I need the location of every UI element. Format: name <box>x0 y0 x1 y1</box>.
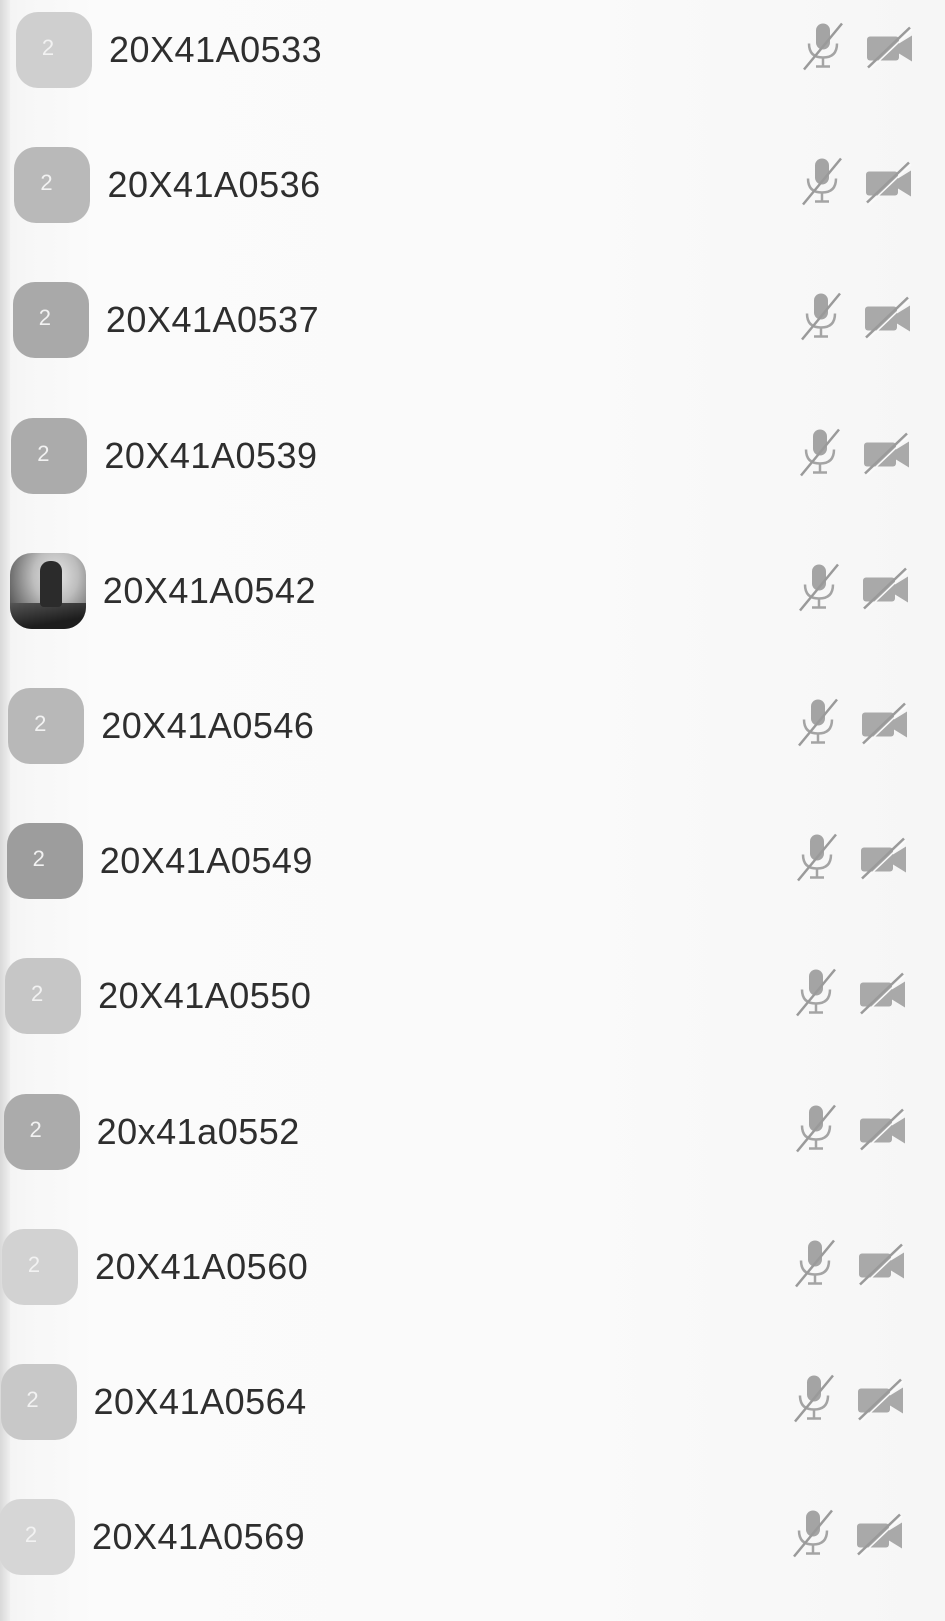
avatar-initial: 2 <box>37 440 50 466</box>
avatar-initial: 2 <box>27 1251 41 1277</box>
avatar-initial: 2 <box>38 305 52 331</box>
participant-name: 20X41A0542 <box>102 569 316 611</box>
participant-name: 20X41A0560 <box>95 1245 309 1287</box>
avatar: 2 <box>11 417 88 494</box>
mic-muted-icon[interactable] <box>795 696 841 757</box>
avatar: 2 <box>12 282 89 359</box>
participant-controls <box>796 560 912 621</box>
participant-controls <box>797 425 913 486</box>
mic-muted-icon[interactable] <box>793 966 839 1027</box>
avatar: 2 <box>5 958 82 1035</box>
video-off-icon[interactable] <box>863 159 915 212</box>
participant-controls <box>793 966 909 1027</box>
avatar-initial: 2 <box>41 35 55 60</box>
participant-row[interactable]: 2 20X41A0550 <box>5 946 945 1046</box>
participant-row[interactable]: 20X41A0542 <box>9 541 945 641</box>
participant-controls <box>792 1236 908 1297</box>
video-off-icon[interactable] <box>857 1105 909 1158</box>
participant-row[interactable]: 2 20x41a0552 <box>3 1082 945 1182</box>
mic-muted-icon[interactable] <box>794 831 840 892</box>
participant-controls <box>800 20 916 81</box>
avatar-initial: 2 <box>32 846 45 872</box>
avatar: 2 <box>0 1364 77 1440</box>
participant-row[interactable]: 2 20X41A0569 <box>0 1487 945 1587</box>
avatar: 2 <box>2 1228 79 1305</box>
participant-name: 20X41A0533 <box>109 29 323 70</box>
avatar: 2 <box>16 12 92 88</box>
mic-muted-icon[interactable] <box>797 425 843 486</box>
participant-row[interactable]: 2 20X41A0536 <box>14 135 945 235</box>
participant-row[interactable]: 2 20X41A0546 <box>8 676 945 776</box>
participant-name: 20X41A0536 <box>107 164 321 206</box>
avatar-photo-figure <box>39 560 62 607</box>
mic-muted-icon[interactable] <box>799 155 845 216</box>
avatar-initial: 2 <box>29 1116 42 1142</box>
video-off-icon[interactable] <box>860 564 912 617</box>
video-off-icon[interactable] <box>855 1376 907 1429</box>
participant-row[interactable]: 2 20X41A0564 <box>0 1352 945 1452</box>
avatar: 2 <box>0 1499 75 1576</box>
participant-name: 20X41A0546 <box>101 705 315 746</box>
participant-row[interactable]: 2 20X41A0537 <box>12 270 945 370</box>
participant-row[interactable]: 2 20X41A0539 <box>11 406 945 506</box>
avatar: 2 <box>3 1093 80 1170</box>
participant-row[interactable]: 2 20X41A0533 <box>16 0 945 100</box>
participant-name: 20X41A0569 <box>91 1516 306 1558</box>
avatar-initial: 2 <box>26 1387 39 1412</box>
avatar: 2 <box>6 823 83 900</box>
video-off-icon[interactable] <box>862 294 914 347</box>
mic-muted-icon[interactable] <box>793 1101 839 1162</box>
participant-controls <box>791 1372 907 1433</box>
participant-controls <box>795 696 911 757</box>
participant-controls <box>790 1507 906 1568</box>
participant-controls <box>794 831 910 892</box>
mic-muted-icon[interactable] <box>791 1372 837 1433</box>
avatar <box>9 552 86 629</box>
participant-row[interactable]: 2 20X41A0560 <box>2 1217 945 1317</box>
avatar-initial: 2 <box>34 711 47 736</box>
participant-row[interactable]: 2 20X41A0549 <box>6 811 945 911</box>
video-off-icon[interactable] <box>854 1511 906 1564</box>
participant-name: 20X41A0550 <box>98 975 312 1017</box>
avatar-initial: 2 <box>40 170 53 196</box>
participant-name: 20X41A0539 <box>104 434 318 476</box>
mic-muted-icon[interactable] <box>800 20 846 81</box>
participants-panel: 2 20X41A0533 2 20X41A0536 2 20X41A0537 2… <box>0 0 945 1621</box>
video-off-icon[interactable] <box>856 1240 908 1293</box>
participant-name: 20X41A0549 <box>99 840 313 882</box>
participant-controls <box>799 155 915 216</box>
participant-name: 20x41a0552 <box>96 1110 300 1152</box>
participant-controls <box>798 290 914 351</box>
avatar: 2 <box>14 147 91 224</box>
avatar-initial: 2 <box>31 981 44 1007</box>
avatar: 2 <box>8 688 85 764</box>
mic-muted-icon[interactable] <box>798 290 844 351</box>
video-off-icon[interactable] <box>864 24 916 77</box>
participant-name: 20X41A0564 <box>93 1381 307 1422</box>
participant-name: 20X41A0537 <box>105 299 320 341</box>
participant-controls <box>793 1101 909 1162</box>
avatar-initial: 2 <box>24 1522 38 1548</box>
mic-muted-icon[interactable] <box>796 560 842 621</box>
video-off-icon[interactable] <box>858 835 910 888</box>
mic-muted-icon[interactable] <box>792 1236 838 1297</box>
video-off-icon[interactable] <box>857 970 909 1023</box>
video-off-icon[interactable] <box>859 700 911 753</box>
video-off-icon[interactable] <box>861 429 913 482</box>
mic-muted-icon[interactable] <box>790 1507 836 1568</box>
